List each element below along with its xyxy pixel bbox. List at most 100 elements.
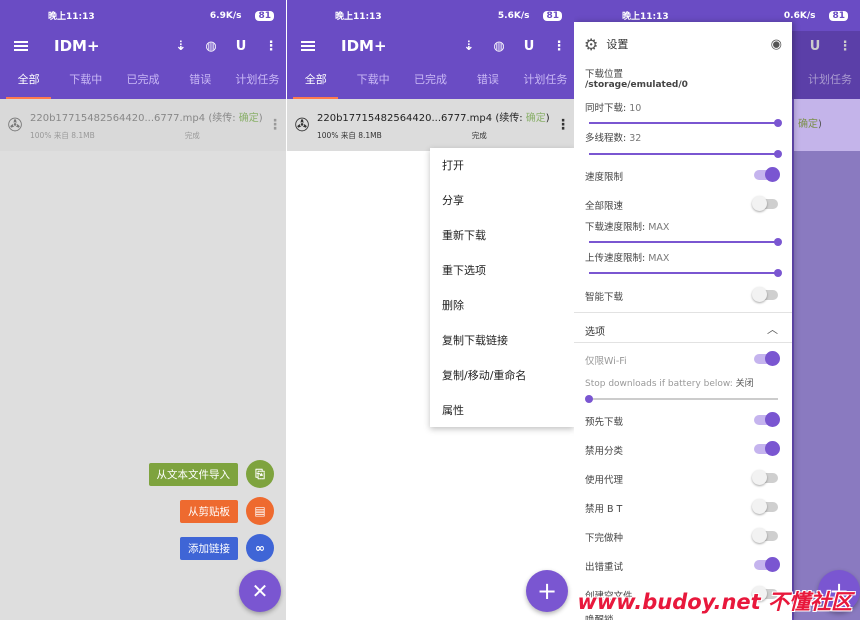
setting-threads: 多线程数: 32 [574, 130, 792, 144]
row-more-icon[interactable]: ⋮ [264, 117, 286, 133]
download-state: 完成 [184, 131, 200, 140]
tab-bar: 全部 下载中 已完成 错误 计划任务 [287, 61, 574, 99]
status-time: 晚上11:13 [622, 12, 669, 22]
fab-add-link[interactable]: 添加链接 ∞ [180, 534, 274, 562]
tab-downloading[interactable]: 下载中 [344, 61, 401, 99]
fab-import-text-label[interactable]: 从文本文件导入 [148, 462, 238, 486]
hamburger-menu-icon[interactable] [14, 41, 28, 51]
hamburger-menu-icon[interactable] [301, 41, 315, 51]
upload-speed-slider[interactable] [589, 269, 782, 277]
use-proxy-toggle[interactable] [752, 470, 778, 485]
magnet-icon: U [809, 38, 821, 54]
setting-speed-limit[interactable]: 速度限制 [574, 167, 792, 183]
smart-download-toggle[interactable] [752, 287, 778, 302]
browser-globe-icon[interactable]: ◍ [484, 39, 514, 54]
tab-error[interactable]: 错误 [459, 61, 516, 99]
divider [574, 312, 792, 313]
film-reel-icon: ✇ [294, 114, 310, 136]
clipboard-icon[interactable]: ▤ [246, 497, 274, 525]
tab-completed[interactable]: 已完成 [402, 61, 459, 99]
menu-copy-link[interactable]: 复制下载链接 [430, 323, 574, 358]
network-speed: 5.6K/s [497, 10, 530, 21]
menu-open[interactable]: 打开 [430, 148, 574, 183]
concurrent-value: 10 [629, 103, 642, 114]
link-icon[interactable]: ∞ [246, 534, 274, 562]
tab-scheduled[interactable]: 计划任务 [229, 61, 286, 99]
setting-seed-after[interactable]: 下完做种 [574, 528, 792, 544]
fab-import-text[interactable]: 从文本文件导入 ⎘ [148, 460, 274, 488]
fab-add-link-label[interactable]: 添加链接 [180, 536, 238, 560]
fab-clipboard[interactable]: 从剪贴板 ▤ [180, 497, 274, 525]
menu-delete[interactable]: 删除 [430, 288, 574, 323]
file-name: 220b17715482564420...6777.mp4 (续传: 确定) [30, 113, 263, 124]
status-time: 晚上11:13 [48, 12, 95, 22]
retry-on-error-toggle[interactable] [754, 557, 780, 572]
tab-all[interactable]: 全部 [0, 61, 57, 99]
download-state: 完成 [471, 131, 487, 140]
options-section-header[interactable]: 选项 ︿ [574, 323, 792, 338]
global-limit-toggle[interactable] [752, 196, 778, 211]
menu-share[interactable]: 分享 [430, 183, 574, 218]
download-row[interactable]: ✇ 220b17715482564420...6777.mp4 (续传: 确定)… [0, 99, 286, 151]
menu-redownload-options[interactable]: 重下选项 [430, 253, 574, 288]
tab-scheduled[interactable]: 计划任务 [517, 61, 574, 99]
file-import-icon[interactable]: ⎘ [246, 460, 274, 488]
setting-download-location[interactable]: 下载位置 /storage/emulated/0 [574, 66, 792, 90]
download-row[interactable]: ✇ 220b17715482564420...6777.mp4 (续传: 确定)… [287, 99, 574, 151]
tab-all[interactable]: 全部 [287, 61, 344, 99]
setting-use-proxy[interactable]: 使用代理 [574, 470, 792, 486]
setting-global-limit[interactable]: 全部限速 [574, 196, 792, 212]
browser-globe-icon[interactable]: ◍ [196, 39, 226, 54]
download-row-behind: 确定) [794, 99, 860, 151]
battery-slider[interactable] [585, 395, 778, 403]
disable-bt-toggle[interactable] [752, 499, 778, 514]
setting-wifi-only[interactable]: 仅限Wi-Fi [574, 351, 792, 367]
seed-after-toggle[interactable] [752, 528, 778, 543]
wifi-only-toggle[interactable] [754, 351, 780, 366]
options-header: 选项 [585, 327, 605, 338]
add-fab[interactable]: + [526, 570, 568, 612]
concurrent-label: 同时下载: [585, 103, 627, 114]
speed-limit-toggle[interactable] [754, 167, 780, 182]
tab-scheduled: 计划任务 [808, 73, 852, 86]
row-more-icon[interactable]: ⋮ [552, 117, 574, 133]
chevron-up-icon[interactable]: ︿ [767, 321, 778, 337]
setting-battery: Stop downloads if battery below: 关闭 [574, 376, 792, 389]
download-speed-label: 下载速度限制: [585, 222, 646, 233]
concurrent-slider[interactable] [589, 119, 782, 127]
setting-predownload[interactable]: 预先下载 [574, 412, 792, 428]
menu-redownload[interactable]: 重新下载 [430, 218, 574, 253]
close-icon: ✕ [251, 579, 269, 603]
network-speed: 0.6K/s [783, 10, 816, 21]
setting-disable-bt[interactable]: 禁用 B T [574, 499, 792, 515]
fab-clipboard-label[interactable]: 从剪贴板 [180, 499, 238, 523]
file-name: 220b17715482564420...6777.mp4 (续传: 确定) [317, 113, 550, 124]
magnet-icon[interactable]: U [226, 39, 256, 54]
tab-downloading[interactable]: 下载中 [57, 61, 114, 99]
battery-icon: 81 [543, 10, 562, 21]
setting-disable-category[interactable]: 禁用分类 [574, 441, 792, 457]
predownload-toggle[interactable] [754, 412, 780, 427]
tab-completed[interactable]: 已完成 [114, 61, 171, 99]
eye-icon[interactable]: ◉ [771, 37, 782, 52]
menu-copy-move-rename[interactable]: 复制/移动/重命名 [430, 358, 574, 393]
sort-icon[interactable]: ⇣ [454, 39, 484, 54]
battery-label: Stop downloads if battery below: [585, 379, 733, 389]
more-vert-icon[interactable]: ⋮ [544, 39, 574, 54]
settings-drawer: ⚙ 设置 ◉ 下载位置 /storage/emulated/0 同时下载: 10… [574, 22, 792, 620]
setting-upload-speed: 上传速度限制: MAX [574, 250, 792, 264]
setting-smart-download[interactable]: 智能下载 [574, 287, 792, 303]
close-fab[interactable]: ✕ [239, 570, 281, 612]
download-speed-slider[interactable] [589, 238, 782, 246]
magnet-icon[interactable]: U [514, 39, 544, 54]
tab-bar: 全部 下载中 已完成 错误 计划任务 [0, 61, 286, 99]
network-speed: 6.9K/s [209, 10, 242, 21]
setting-retry-on-error[interactable]: 出错重试 [574, 557, 792, 573]
threads-slider[interactable] [589, 150, 782, 158]
more-vert-icon[interactable]: ⋮ [256, 39, 286, 54]
menu-properties[interactable]: 属性 [430, 393, 574, 428]
tab-error[interactable]: 错误 [172, 61, 229, 99]
disable-category-toggle[interactable] [754, 441, 780, 456]
sort-icon[interactable]: ⇣ [166, 39, 196, 54]
progress-text: 100% 来自 8.1MB [317, 131, 382, 140]
